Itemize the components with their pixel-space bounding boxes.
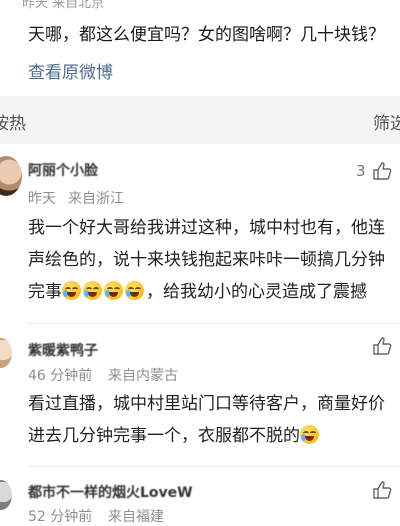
divider [28,323,400,324]
comment-username[interactable]: 阿丽个小脸 [28,160,98,180]
filter-button[interactable]: 筛选 [373,109,400,134]
laughing-crying-emoji-icon [125,281,144,300]
comment-line: 进去几分钟完事一个，衣服都不脱的 [28,420,321,452]
top-post-meta: 昨天 来自北京 [22,0,105,11]
comment-line: 完事 ，给我幼小的心灵造成了震撼 [28,276,367,308]
laughing-crying-emoji-icon [83,281,102,300]
comment-location: 来自福建 [108,509,164,525]
sort-bar [0,96,400,144]
comment-line: 我一个好大哥给我讲过这种，城中村也有，他连 [28,218,385,238]
comment-line-tail: ，给我幼小的心灵造成了震撼 [146,282,367,302]
avatar[interactable] [0,338,12,368]
comment-line-text: 完事 [28,282,62,302]
sort-hot-tab[interactable]: 按热 [0,109,26,134]
comment-username[interactable]: 紫暖紫鸭子 [28,340,98,360]
laughing-crying-emoji-icon [104,281,123,300]
laughing-crying-emoji-icon [300,425,319,444]
like-count: 3 [356,162,366,180]
comment-location: 来自内蒙古 [108,368,178,384]
comment-time: 46 分钟前 [28,368,93,384]
divider [28,466,400,467]
avatar[interactable] [0,480,12,510]
thumbs-up-icon[interactable] [372,480,392,500]
thumbs-up-icon[interactable] [372,161,392,181]
comment-line-text: 进去几分钟完事一个，衣服都不脱的 [28,426,300,446]
comment-time: 52 分钟前 [28,509,93,525]
comment-line: 声绘色的，说十来块钱抱起来咔咔一顿搞几分钟 [28,250,385,270]
laughing-crying-emoji-icon [62,281,81,300]
comment-line: 看过直播，城中村里站门口等待客户，商量好价 [28,394,385,414]
comment-username[interactable]: 都市不一样的烟火LoveW [28,482,193,502]
avatar[interactable] [0,156,22,196]
comment-time: 昨天 [28,191,56,207]
view-original-link[interactable]: 查看原微博 [28,58,113,83]
comment-location: 来自浙江 [68,191,124,207]
top-post-text: 天哪，都这么便宜吗？女的图啥啊？几十块钱？ [28,25,385,45]
thumbs-up-icon[interactable] [372,336,392,356]
